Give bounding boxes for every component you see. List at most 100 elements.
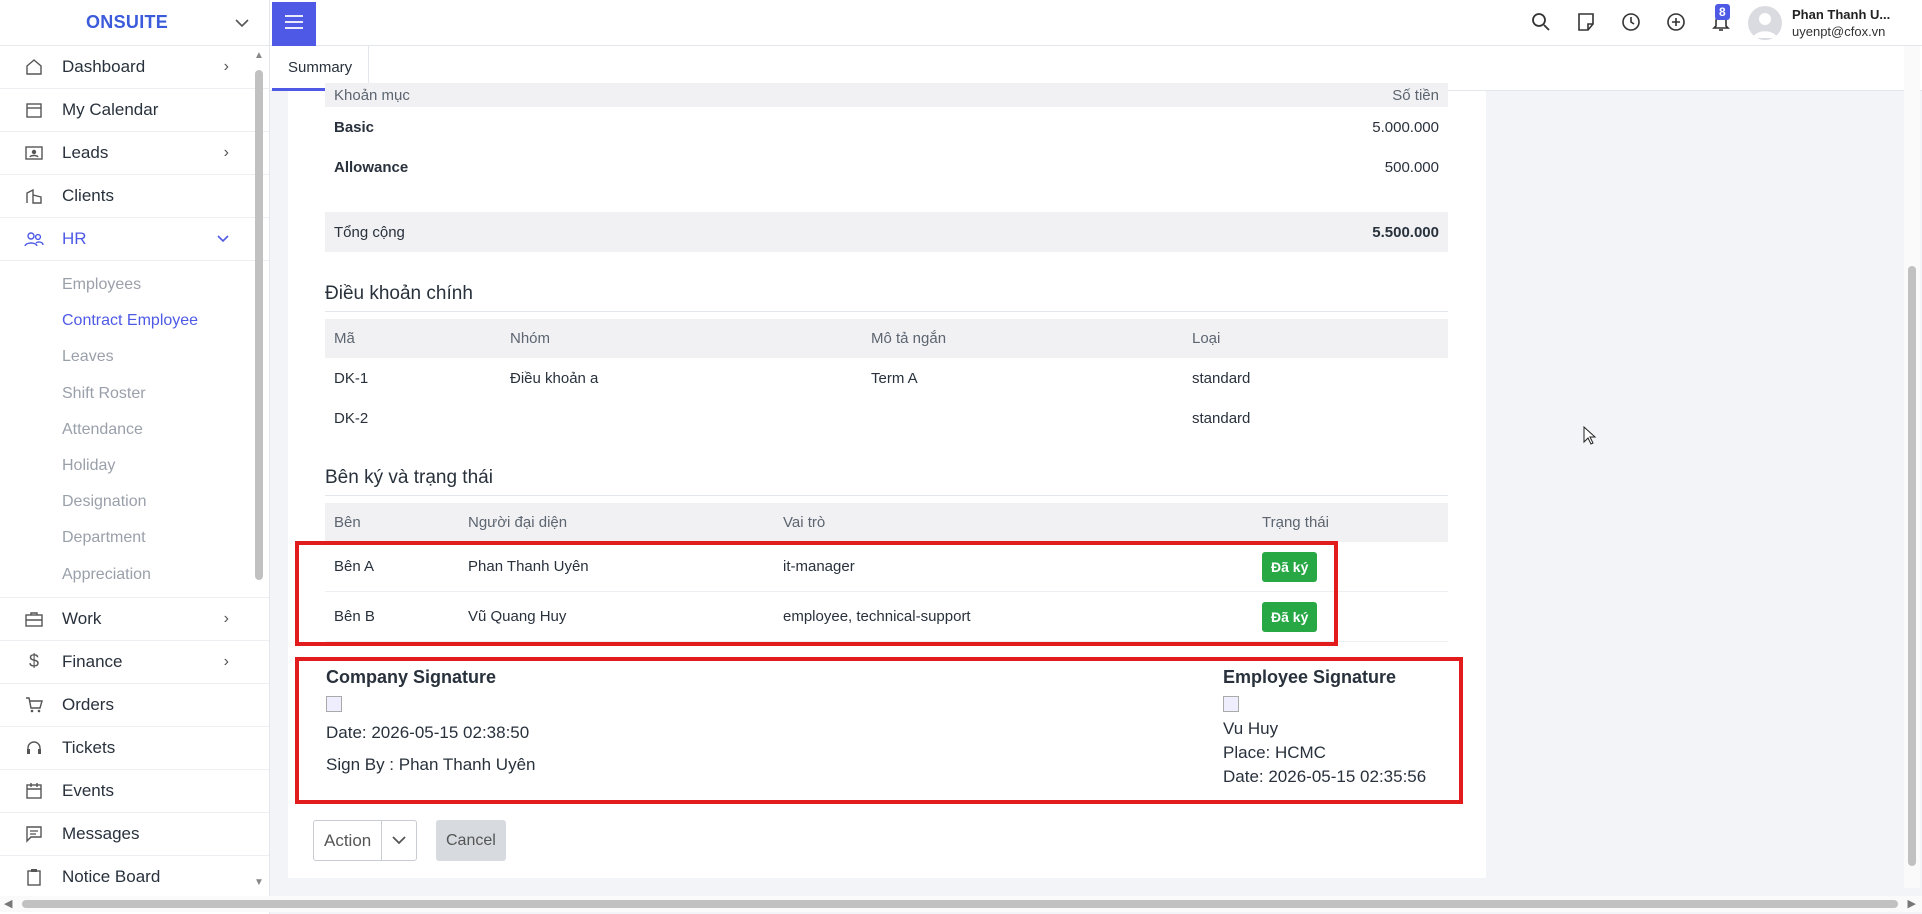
chevron-right-icon: ›	[223, 652, 229, 670]
brand-header[interactable]: ONSUITE	[0, 0, 269, 46]
sidebar-item-notice-board[interactable]: Notice Board	[0, 856, 269, 899]
action-button[interactable]: Action	[314, 821, 383, 860]
building-icon	[24, 186, 44, 206]
add-circle-icon[interactable]	[1653, 12, 1698, 32]
chevron-down-icon[interactable]	[382, 821, 416, 860]
salary-item-label: Basic	[334, 118, 375, 136]
sidebar-scrollbar[interactable]: ▲ ▼	[252, 50, 266, 888]
contact-card-icon	[24, 143, 44, 163]
sidebar-item-label: Notice Board	[62, 866, 161, 886]
column-header: Số tiền	[1392, 86, 1439, 104]
notification-badge: 8	[1715, 4, 1730, 20]
signers-highlight-box	[295, 541, 1338, 646]
column-header: Mã	[334, 330, 355, 347]
scroll-right-arrow-icon[interactable]: ▶	[1908, 897, 1916, 910]
sidebar-item-leads[interactable]: Leads ›	[0, 132, 269, 175]
submenu-item-designation[interactable]: Designation	[0, 484, 269, 520]
horizontal-scroll-thumb[interactable]	[22, 900, 1898, 908]
page-horizontal-scrollbar[interactable]: ◀ ▶	[0, 896, 1922, 912]
column-header: Trạng thái	[1262, 514, 1329, 531]
submenu-item-appreciation[interactable]: Appreciation	[0, 557, 269, 593]
calendar-event-icon	[24, 781, 44, 801]
submenu-item-attendance[interactable]: Attendance	[0, 412, 269, 448]
scroll-down-arrow-icon[interactable]: ▼	[254, 877, 264, 888]
avatar	[1748, 6, 1782, 40]
sidebar-item-orders[interactable]: Orders	[0, 684, 269, 727]
sidebar-item-clients[interactable]: Clients	[0, 175, 269, 218]
sidebar-item-label: Finance	[62, 651, 123, 671]
total-row: Tổng cộng 5.500.000	[325, 212, 1448, 252]
user-email: uyenpt@cfox.vn	[1792, 24, 1886, 39]
sidebar-item-events[interactable]: Events	[0, 770, 269, 813]
total-amount: 5.500.000	[1372, 223, 1439, 241]
column-header: Mô tả ngắn	[871, 330, 947, 347]
sidebar-scroll-thumb[interactable]	[255, 70, 263, 580]
sidebar-item-label: Clients	[62, 186, 114, 205]
sidebar-item-messages[interactable]: Messages	[0, 813, 269, 856]
briefcase-icon	[24, 609, 44, 629]
menu-toggle-button[interactable]	[272, 2, 316, 46]
term-code: DK-2	[334, 409, 369, 427]
column-header: Loại	[1192, 330, 1221, 347]
column-header: Nhóm	[510, 330, 551, 347]
sidebar-item-label: Work	[62, 608, 102, 628]
message-icon	[24, 824, 44, 844]
submenu-item-contract-employee[interactable]: Contract Employee	[0, 303, 269, 339]
submenu-item-shift-roster[interactable]: Shift Roster	[0, 376, 269, 412]
search-icon[interactable]	[1518, 12, 1563, 32]
sidebar-item-label: Events	[62, 780, 114, 800]
submenu-item-department[interactable]: Department	[0, 520, 269, 556]
section-title-signers: Bên ký và trạng thái	[325, 467, 1448, 496]
sidebar-item-label: HR	[62, 229, 87, 248]
sticky-note-icon[interactable]	[1563, 12, 1608, 32]
people-icon	[24, 229, 44, 249]
topbar-actions	[1518, 12, 1743, 32]
submenu-item-leaves[interactable]: Leaves	[0, 339, 269, 375]
action-dropdown[interactable]: Action	[313, 820, 418, 861]
clock-icon[interactable]	[1608, 12, 1653, 32]
sidebar-item-label: Orders	[62, 694, 114, 714]
headset-icon	[24, 738, 44, 758]
cart-icon	[24, 695, 44, 715]
hamburger-icon	[284, 14, 304, 35]
table-row: Basic 5.000.000	[325, 107, 1448, 147]
calendar-icon	[24, 100, 44, 120]
sidebar-item-hr[interactable]: HR	[0, 218, 269, 261]
topbar: 8 Phan Thanh U... uyenpt@cfox.vn	[270, 0, 1922, 46]
column-header: Vai trò	[783, 514, 826, 531]
cancel-button[interactable]: Cancel	[436, 820, 506, 861]
total-label: Tổng cộng	[334, 223, 405, 241]
term-type: standard	[1192, 369, 1251, 387]
sidebar-item-tickets[interactable]: Tickets	[0, 727, 269, 770]
table-header: Mã Nhóm Mô tả ngắn Loại	[325, 319, 1448, 358]
vertical-scroll-thumb[interactable]	[1908, 266, 1916, 866]
table-header: Bên Người đại diện Vai trò Trạng thái	[325, 503, 1448, 542]
scroll-left-arrow-icon[interactable]: ◀	[4, 897, 12, 910]
scroll-up-arrow-icon[interactable]: ▲	[254, 50, 264, 61]
dollar-icon: $	[28, 651, 39, 672]
sidebar-item-label: Tickets	[62, 737, 116, 757]
page-vertical-scrollbar[interactable]	[1904, 46, 1920, 888]
term-code: DK-1	[334, 369, 369, 387]
sidebar-nav-lower: Work › $ Finance › Orders Tickets Events…	[0, 598, 269, 899]
chevron-down-icon	[217, 230, 229, 248]
sidebar-item-label: My Calendar	[62, 100, 159, 119]
chevron-right-icon: ›	[223, 609, 229, 627]
hr-submenu: Employees Contract Employee Leaves Shift…	[0, 261, 269, 598]
submenu-item-employees[interactable]: Employees	[0, 267, 269, 303]
sidebar-item-work[interactable]: Work ›	[0, 598, 269, 641]
sidebar-item-finance[interactable]: $ Finance ›	[0, 641, 269, 684]
user-name: Phan Thanh U...	[1792, 7, 1891, 22]
sidebar-item-label: Leads	[62, 143, 109, 162]
clipboard-icon	[24, 867, 44, 887]
table-row: DK-1 Điều khoản a Term A standard	[325, 358, 1448, 398]
sidebar-item-dashboard[interactable]: Dashboard ›	[0, 46, 269, 89]
chevron-down-icon[interactable]	[235, 15, 249, 31]
sidebar-item-label: Dashboard	[62, 57, 146, 76]
sidebar-item-my-calendar[interactable]: My Calendar	[0, 89, 269, 132]
submenu-item-holiday[interactable]: Holiday	[0, 448, 269, 484]
column-header: Bên	[334, 514, 361, 531]
home-icon	[24, 57, 44, 77]
terms-table: Mã Nhóm Mô tả ngắn Loại DK-1 Điều khoản …	[325, 319, 1448, 439]
user-menu[interactable]: Phan Thanh U... uyenpt@cfox.vn	[1748, 6, 1890, 40]
